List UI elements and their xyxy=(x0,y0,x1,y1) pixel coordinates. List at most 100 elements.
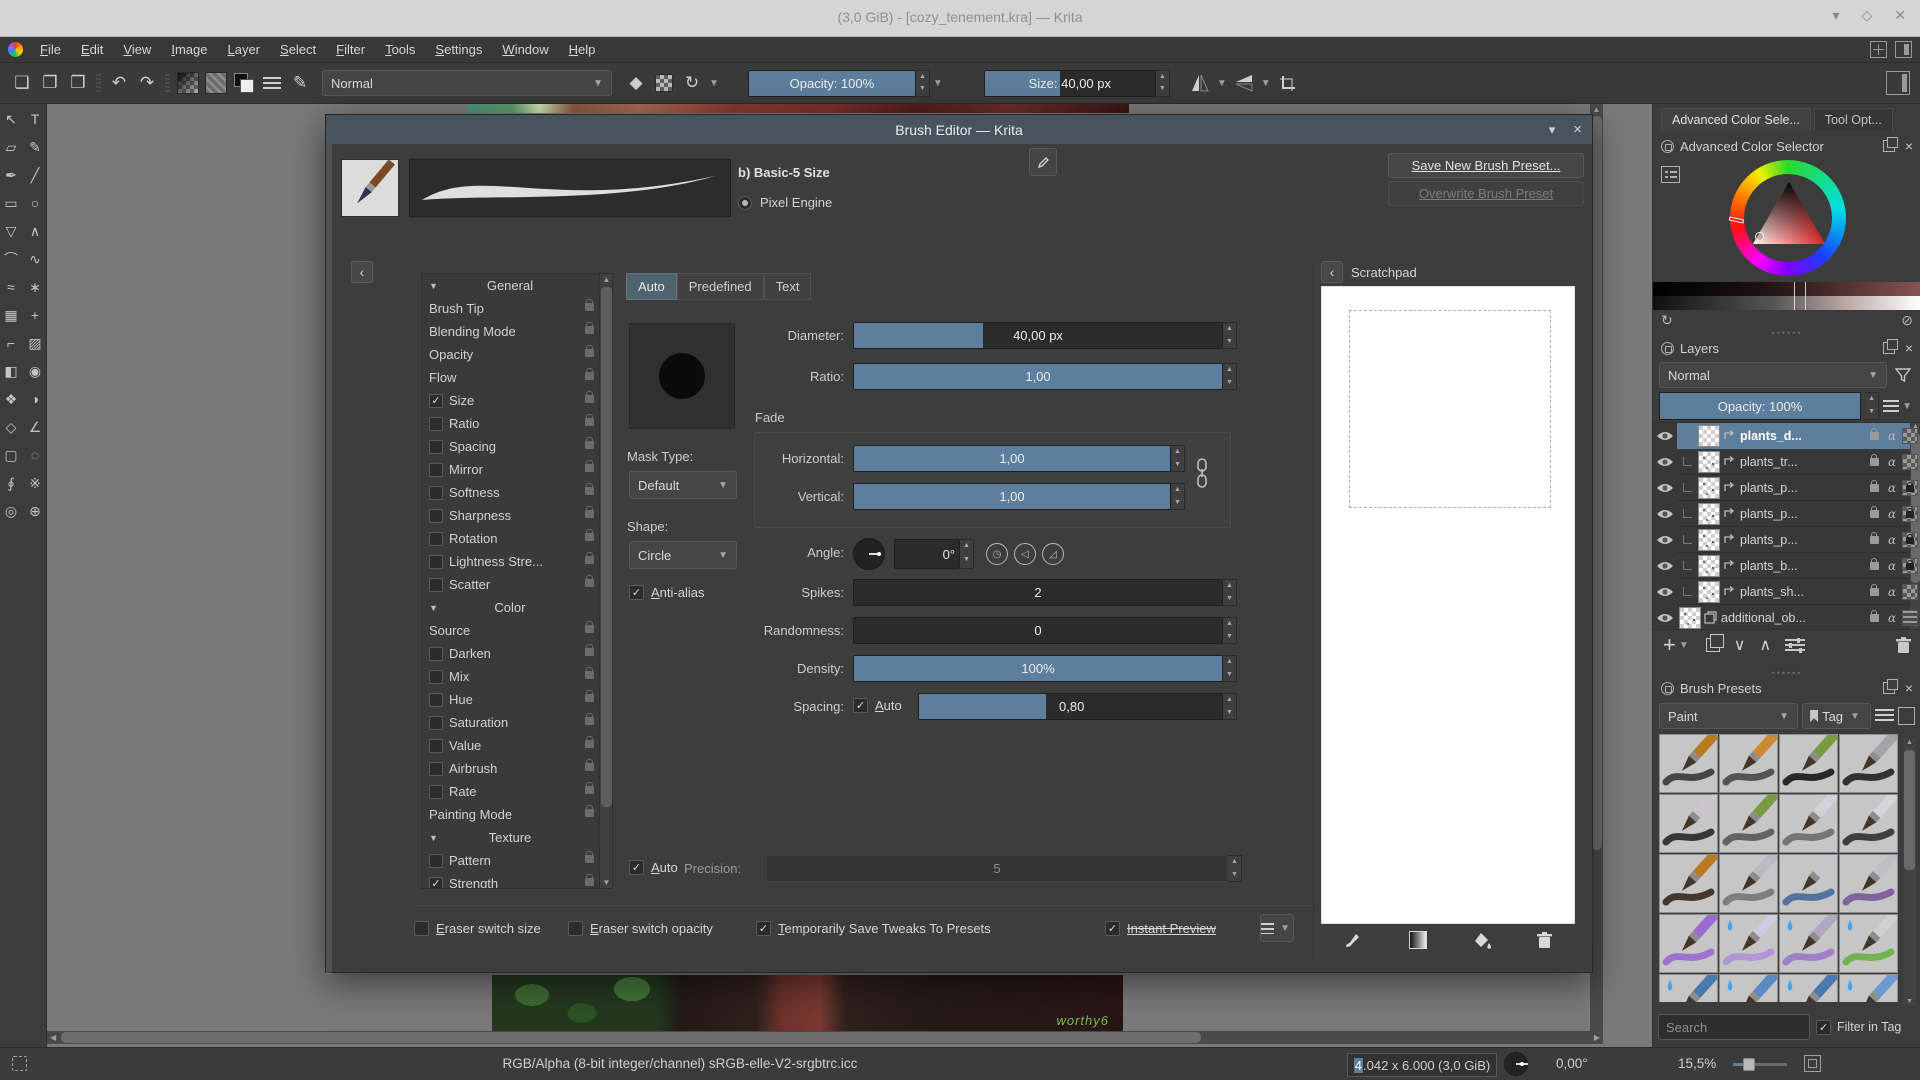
layer-name[interactable]: plants_p... xyxy=(1740,533,1863,547)
tab-auto[interactable]: Auto xyxy=(626,273,677,300)
scroll-down-icon[interactable]: ▼ xyxy=(1903,998,1916,1005)
lock-setting-icon[interactable] xyxy=(585,299,594,311)
layer-blending-mode-dropdown[interactable]: Normal ▼ xyxy=(1659,362,1887,388)
duplicate-layer-button[interactable] xyxy=(1705,634,1724,652)
freehand-selection-tool[interactable]: ∮ xyxy=(0,472,22,494)
angle-spinner[interactable]: ▲ ▼ xyxy=(960,539,974,569)
precision-slider[interactable]: 5 xyxy=(766,855,1228,882)
layer-lock-icon[interactable] xyxy=(1866,583,1882,600)
brush-preset-tile[interactable] xyxy=(1659,914,1718,973)
brush-preset-tile[interactable] xyxy=(1719,914,1778,973)
ellipse-tool[interactable]: ○ xyxy=(24,192,46,214)
menu-window[interactable]: Window xyxy=(492,37,558,63)
brush-preset-tile[interactable] xyxy=(1839,734,1898,793)
layer-visibility-eye-icon[interactable] xyxy=(1653,526,1677,553)
scroll-right-icon[interactable]: ▶ xyxy=(1594,1031,1600,1044)
layer-thumbnail[interactable] xyxy=(1698,528,1720,551)
layer-row[interactable]: plants_tr... α xyxy=(1653,448,1920,475)
crop-tool[interactable]: ⌐ xyxy=(0,332,22,354)
option-checkbox[interactable]: ✓ xyxy=(429,876,443,888)
save-tweaks-checkbox[interactable]: ✓ xyxy=(756,921,771,936)
selection-mode-icon[interactable] xyxy=(12,1056,27,1071)
save-tweaks-row[interactable]: ✓ Temporarily Save Tweaks To Presets xyxy=(756,921,991,936)
lock-setting-icon[interactable] xyxy=(585,506,594,518)
layer-thumbnail[interactable] xyxy=(1698,450,1720,473)
freehand-path-tool[interactable]: ∿ xyxy=(24,248,46,270)
layer-filter-icon[interactable] xyxy=(1891,362,1915,388)
menu-settings[interactable]: Settings xyxy=(425,37,492,63)
eraser-switch-opacity-checkbox[interactable] xyxy=(568,921,583,936)
inherit-alpha-locked-icon[interactable] xyxy=(1902,505,1918,522)
workspace-grid-icon[interactable] xyxy=(1870,41,1887,58)
freehand-brush-tool[interactable]: ✒ xyxy=(0,164,22,186)
lock-setting-icon[interactable] xyxy=(585,805,594,817)
open-file-icon[interactable]: ❐ xyxy=(38,71,62,95)
diameter-slider[interactable]: 40,00 px xyxy=(853,322,1223,349)
inherit-alpha-locked-icon[interactable] xyxy=(1902,531,1918,548)
group-layer-icon[interactable] xyxy=(1704,610,1718,625)
option-checkbox[interactable] xyxy=(429,761,443,776)
layer-visibility-eye-icon[interactable] xyxy=(1653,604,1677,629)
fade-horizontal-slider[interactable]: 1,00 xyxy=(853,445,1171,472)
layer-row[interactable]: plants_b... α xyxy=(1653,552,1920,579)
close-docker-icon[interactable]: × xyxy=(1905,341,1913,355)
brush-size-slider[interactable]: Size: 40,00 px xyxy=(983,69,1156,97)
gradient-chooser-icon[interactable] xyxy=(176,71,200,95)
close-docker-icon[interactable]: × xyxy=(1905,139,1913,153)
tag-button[interactable]: Tag ▼ xyxy=(1802,703,1871,729)
save-new-brush-preset-button[interactable]: Save New Brush Preset... xyxy=(1388,153,1584,178)
inherit-alpha-icon[interactable] xyxy=(1723,533,1737,547)
brush-preset-tile[interactable] xyxy=(1659,974,1718,1002)
spacing-spinner[interactable]: ▲ ▼ xyxy=(1223,693,1237,720)
antialias-checkbox-row[interactable]: ✓ Anti-alias xyxy=(629,585,704,600)
layer-style-icon[interactable] xyxy=(1902,427,1918,444)
canvas-artwork-top[interactable] xyxy=(467,104,1129,113)
option-checkbox[interactable] xyxy=(429,784,443,799)
option-section-general[interactable]: ▼ General xyxy=(422,274,612,297)
layer-visibility-eye-icon[interactable] xyxy=(1653,578,1677,605)
maximize-icon[interactable]: ◇ xyxy=(1861,7,1872,24)
lock-setting-icon[interactable] xyxy=(585,414,594,426)
layer-thumbnail[interactable] xyxy=(1679,606,1701,629)
select-shapes-tool[interactable]: ↖ xyxy=(0,108,22,130)
brush-preset-tile[interactable] xyxy=(1719,974,1778,1002)
filter-in-tag-checkbox[interactable]: ✓ xyxy=(1816,1019,1831,1035)
layer-row[interactable]: plants_p... α xyxy=(1653,474,1920,501)
rectangle-tool[interactable]: ▭ xyxy=(0,192,22,214)
option-section-color[interactable]: ▼ Color xyxy=(422,596,612,619)
lock-setting-icon[interactable] xyxy=(585,736,594,748)
layer-row[interactable]: plants_p... α xyxy=(1653,500,1920,527)
layer-style-icon[interactable] xyxy=(1902,609,1918,626)
density-spinner[interactable]: ▲ ▼ xyxy=(1223,655,1237,682)
brush-preset-tile[interactable] xyxy=(1839,854,1898,913)
lock-setting-icon[interactable] xyxy=(585,874,594,886)
option-checkbox[interactable] xyxy=(429,439,443,454)
menu-file[interactable]: File xyxy=(30,37,71,63)
preset-view-mode-icon[interactable] xyxy=(1897,707,1916,725)
angle-spinbox[interactable]: 0° xyxy=(894,539,960,569)
rename-preset-button[interactable] xyxy=(1029,148,1057,176)
fg-bg-colors-icon[interactable] xyxy=(232,71,256,95)
spacing-auto-checkbox[interactable]: ✓ xyxy=(853,698,868,713)
layer-thumbnail[interactable] xyxy=(1698,424,1720,447)
option-checkbox[interactable] xyxy=(429,485,443,500)
option-darken[interactable]: Darken xyxy=(422,642,612,665)
fill-tool[interactable]: ◧ xyxy=(0,360,22,382)
fade-vertical-slider[interactable]: 1,00 xyxy=(853,483,1171,510)
option-saturation[interactable]: Saturation xyxy=(422,711,612,734)
text-tool[interactable]: T xyxy=(24,108,46,130)
opacity-slider[interactable]: Opacity: 100% xyxy=(747,69,916,97)
elliptical-selection-tool[interactable]: ◌ xyxy=(24,444,46,466)
zoom-slider-handle[interactable] xyxy=(1743,1058,1755,1071)
save-file-icon[interactable]: ❒ xyxy=(66,71,90,95)
option-brush-tip[interactable]: Brush Tip xyxy=(422,297,612,320)
ratio-slider[interactable]: 1,00 xyxy=(853,363,1223,390)
menu-help[interactable]: Help xyxy=(559,37,606,63)
option-checkbox[interactable]: ✓ xyxy=(429,393,443,408)
layer-opacity-spinner[interactable]: ▲ ▼ xyxy=(1865,392,1880,420)
mirror-horizontal-icon[interactable] xyxy=(1188,71,1212,95)
option-spacing[interactable]: Spacing xyxy=(422,435,612,458)
shade-selector-bar-1[interactable] xyxy=(1653,282,1920,296)
layer-opacity-slider[interactable]: Opacity: 100% xyxy=(1659,392,1862,420)
layer-lock-icon[interactable] xyxy=(1866,531,1882,548)
